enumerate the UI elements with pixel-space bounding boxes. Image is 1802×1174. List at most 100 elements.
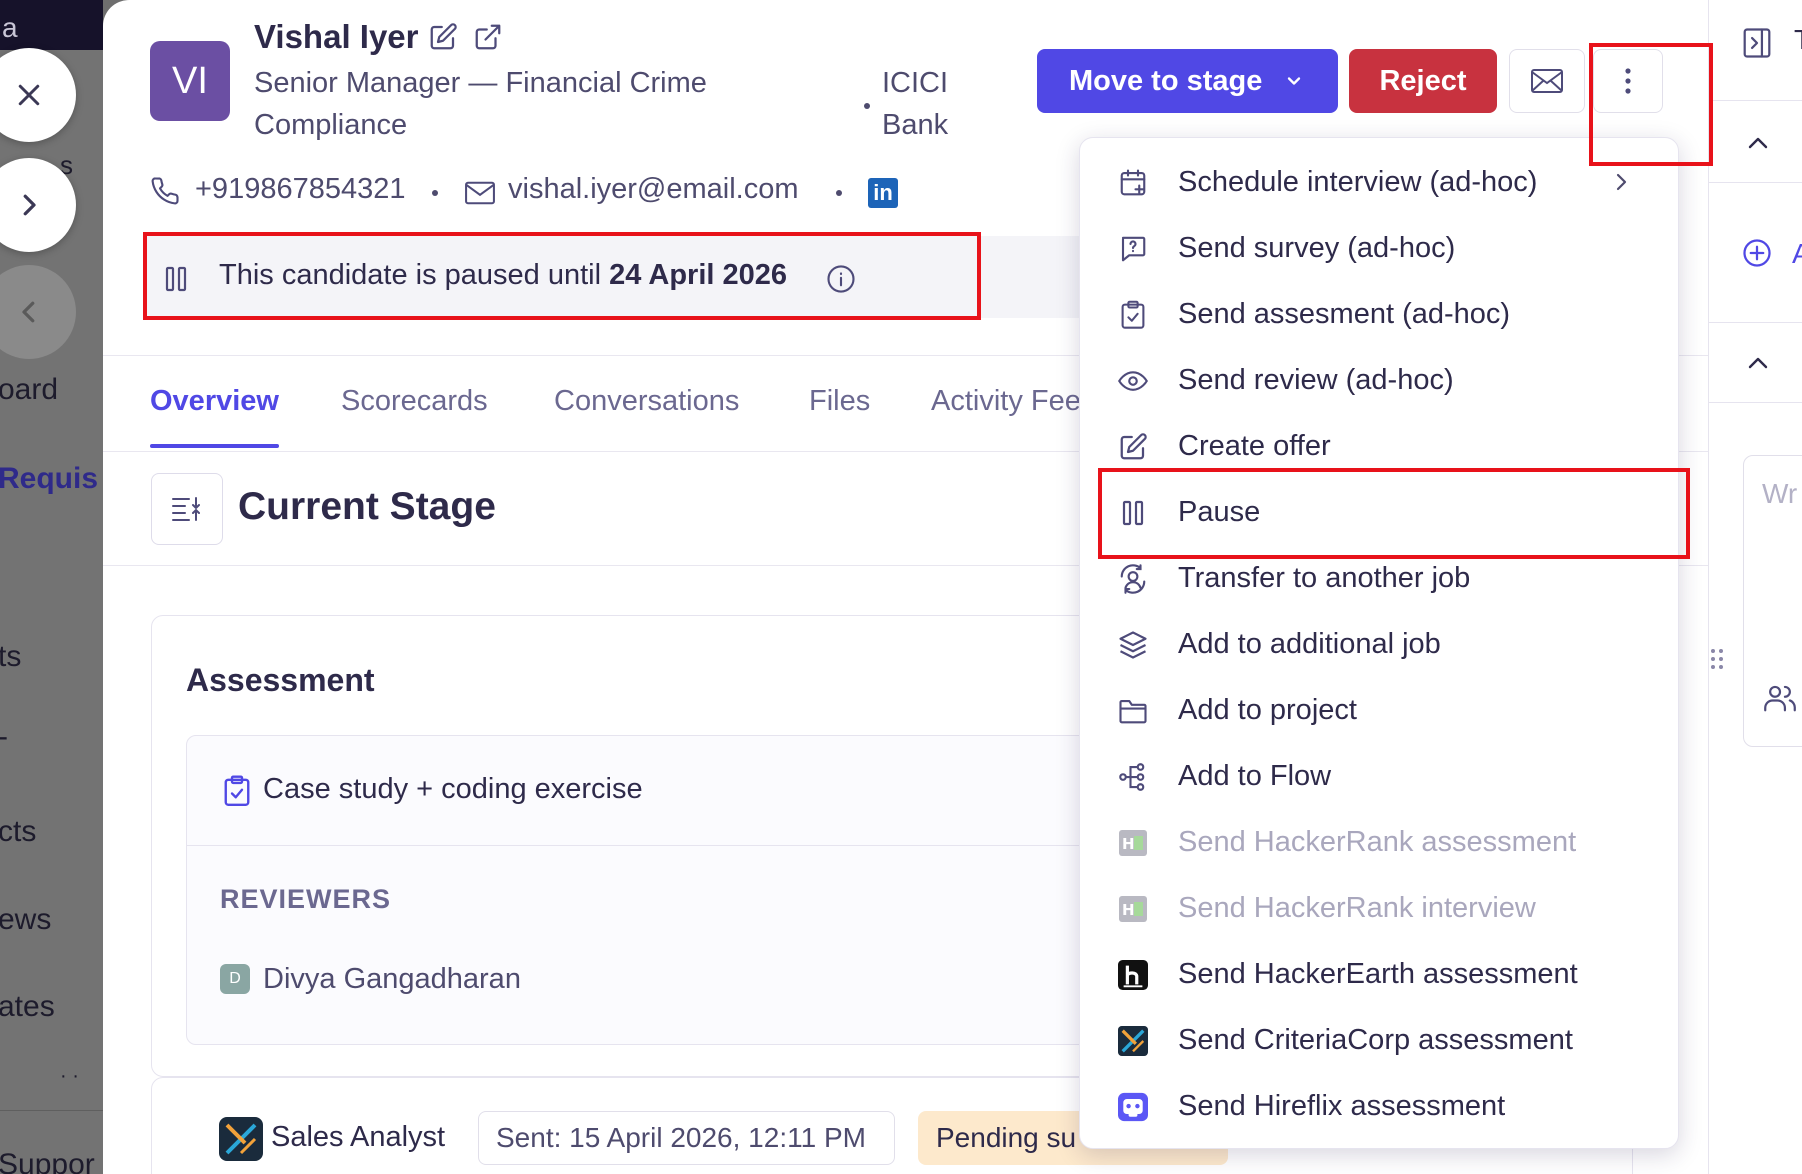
separator-dot [836,190,842,196]
external-link-icon [475,24,501,50]
app-sidebar-overlay: a s oard Requis ts - cts ews ates · · Su… [0,0,103,1174]
add-partial-label[interactable]: A [1792,238,1802,270]
tab-overview[interactable]: Overview [150,385,279,418]
edit-candidate-button[interactable] [428,22,458,52]
separator-dot [864,103,870,109]
mail-icon [465,181,495,205]
tab-scorecards[interactable]: Scorecards [341,385,488,418]
sidebar-label[interactable]: ts [0,640,21,674]
menu-item-label: Create offer [1178,429,1331,462]
hackerearth-icon [1118,960,1148,990]
candidate-email[interactable]: vishal.iyer@email.com [508,173,799,206]
menu-item-send-assessment[interactable]: Send assesment (ad-hoc) [1080,284,1678,344]
right-panel-divider [1709,322,1802,323]
stage-toggle-button[interactable] [151,473,223,545]
menu-item-label: Send HackerRank interview [1178,891,1536,924]
sidebar-label[interactable]: Suppor [0,1148,95,1174]
menu-item-hackerearth-assessment[interactable]: Send HackerEarth assessment [1080,944,1678,1004]
list-sort-icon [172,497,200,521]
layers-icon [1119,631,1147,659]
menu-item-label: Send CriteriaCorp assessment [1178,1023,1573,1056]
add-circle-icon[interactable] [1742,238,1772,268]
candidate-company: ICICI Bank [882,67,949,141]
sent-assessment-name: Sales Analyst [271,1121,446,1153]
right-side-panel: T A Wr [1708,0,1802,1174]
sidebar-label[interactable]: cts [0,815,36,849]
candidate-title: Senior Manager — Financial Crime Complia… [254,67,707,141]
reviewer-name: Divya Gangadharan [263,963,521,995]
menu-item-label: Add to project [1178,693,1357,726]
folder-icon [1119,699,1147,724]
svg-text:H: H [1122,901,1135,919]
sidebar-top-letter: a [2,12,18,43]
drag-handle-icon[interactable] [1710,648,1724,670]
more-actions-menu: Schedule interview (ad-hoc) Send survey … [1079,137,1679,1149]
mail-icon [1531,69,1563,93]
menu-item-label: Send survey (ad-hoc) [1178,231,1456,264]
sidebar-divider [0,1110,103,1111]
chevron-right-icon [23,194,36,216]
candidate-avatar: VI [150,41,230,121]
menu-item-add-project[interactable]: Add to project [1080,680,1678,740]
sidebar-label[interactable]: oard [0,373,58,407]
sidebar-label[interactable]: Requis [0,462,98,496]
email-button[interactable] [1509,49,1585,113]
tab-conversations[interactable]: Conversations [554,385,739,418]
clipboard-check-icon [224,775,250,806]
menu-item-label: Send assesment (ad-hoc) [1178,297,1511,330]
move-to-stage-label: Move to stage [1069,64,1263,97]
menu-item-add-additional-job[interactable]: Add to additional job [1080,614,1678,674]
users-icon[interactable] [1764,683,1796,713]
menu-item-hireflix-assessment[interactable]: Send Hireflix assessment [1080,1076,1678,1136]
menu-item-create-offer[interactable]: Create offer [1080,416,1678,476]
close-drawer-button[interactable] [0,48,76,142]
right-panel-divider [1709,402,1802,403]
sidebar-label: · · [60,1065,79,1087]
candidate-name: Vishal Iyer [254,18,419,55]
open-profile-button[interactable] [473,22,503,52]
menu-item-criteriacorp-assessment[interactable]: Send CriteriaCorp assessment [1080,1010,1678,1070]
menu-item-hackerrank-interview[interactable]: H Send HackerRank interview [1080,878,1678,938]
menu-item-label: Add to additional job [1178,627,1441,660]
previous-candidate-button[interactable] [0,265,76,359]
menu-item-add-flow[interactable]: Add to Flow [1080,746,1678,806]
tab-activity-feed[interactable]: Activity Fee [931,385,1081,418]
active-tab-indicator [150,444,279,448]
menu-item-send-survey[interactable]: Send survey (ad-hoc) [1080,218,1678,278]
note-placeholder: Wr [1762,478,1798,509]
svg-text:H: H [1122,835,1135,853]
chevron-up-icon[interactable] [1747,136,1769,150]
menu-item-label: Schedule interview (ad-hoc) [1178,165,1538,198]
candidate-phone[interactable]: +919867854321 [195,173,405,206]
menu-item-label: Add to Flow [1178,759,1332,792]
edit-icon [1120,433,1147,460]
sidebar-label[interactable]: ews [0,903,51,937]
hackerrank-icon: H [1119,896,1147,922]
menu-item-label: Send review (ad-hoc) [1178,363,1454,396]
right-panel-divider [1709,182,1802,183]
collapse-panel-icon[interactable] [1742,27,1772,59]
chevron-up-icon[interactable] [1747,356,1769,370]
hireflix-icon [1118,1092,1148,1122]
menu-item-send-review[interactable]: Send review (ad-hoc) [1080,350,1678,410]
menu-item-label: Send Hireflix assessment [1178,1089,1506,1122]
flow-icon [1119,763,1145,791]
menu-item-label: Send HackerEarth assessment [1178,957,1578,990]
reject-button[interactable]: Reject [1349,49,1497,113]
sidebar-label[interactable]: - [0,720,8,754]
sidebar-label[interactable]: ates [0,990,55,1024]
phone-icon [151,177,179,205]
current-stage-title: Current Stage [238,485,496,528]
move-to-stage-button[interactable]: Move to stage [1037,49,1338,113]
calendar-plus-icon [1120,169,1146,196]
close-icon [18,84,40,106]
linkedin-icon[interactable]: in [868,178,898,208]
reviewer-avatar: D [220,964,250,994]
tab-files[interactable]: Files [809,385,870,418]
sent-date-pill: Sent: 15 April 2026, 12:11 PM [478,1111,895,1165]
chat-question-icon [1121,236,1146,262]
eye-icon [1118,371,1148,391]
menu-item-hackerrank-assessment[interactable]: H Send HackerRank assessment [1080,812,1678,872]
reviewers-label: REVIEWERS [220,884,392,914]
linkedin-label: in [873,180,893,205]
